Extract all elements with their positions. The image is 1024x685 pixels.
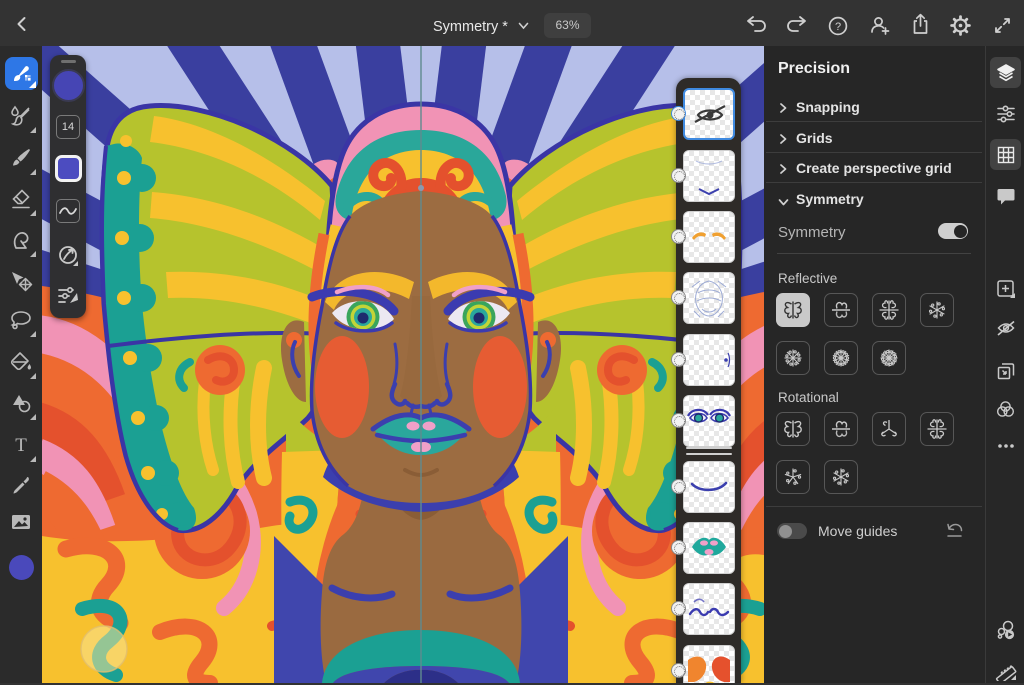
svg-text:T: T: [15, 435, 27, 456]
svg-text:?: ?: [835, 21, 841, 33]
